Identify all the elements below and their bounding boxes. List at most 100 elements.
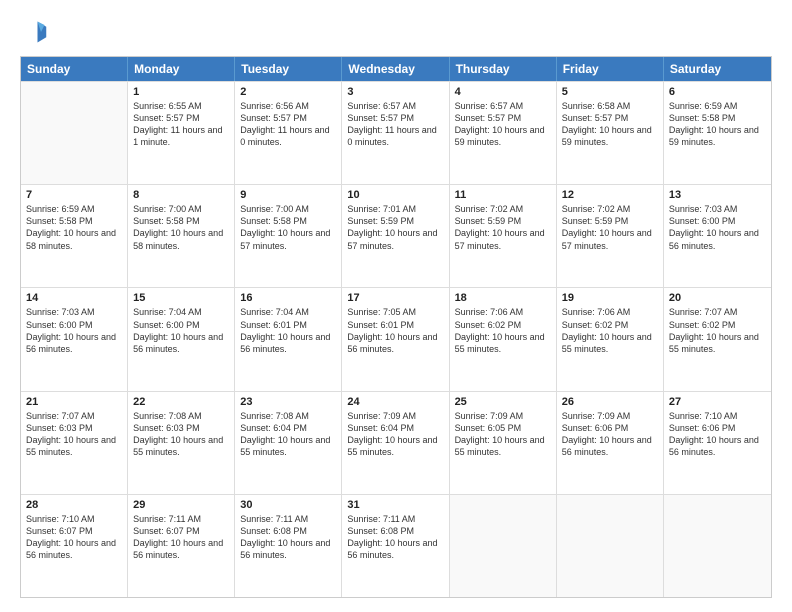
day-of-week-header: Tuesday	[235, 57, 342, 81]
cell-info-line: Daylight: 10 hours and 56 minutes.	[240, 537, 336, 561]
cell-info-line: Daylight: 10 hours and 56 minutes.	[347, 537, 443, 561]
cell-info-line: Sunrise: 7:03 AM	[26, 306, 122, 318]
day-number: 1	[133, 86, 229, 98]
calendar-week-row: 7 Sunrise: 6:59 AM Sunset: 5:58 PM Daylight…	[21, 184, 771, 287]
calendar-body: 1Sunrise: 6:55 AMSunset: 5:57 PMDaylight…	[21, 81, 771, 597]
calendar-cell: 9Sunrise: 7:00 AMSunset: 5:58 PMDaylight…	[235, 185, 342, 287]
cell-info-line: Daylight: 10 hours and 55 minutes.	[455, 434, 551, 458]
calendar-cell: 14Sunrise: 7:03 AMSunset: 6:00 PMDayligh…	[21, 288, 128, 390]
cell-info-line: Sunset: 5:57 PM	[347, 112, 443, 124]
day-number: 25	[455, 396, 551, 408]
day-number: 22	[133, 396, 229, 408]
day-number: 15	[133, 292, 229, 304]
cell-info-line: Daylight: 10 hours and 59 minutes.	[669, 124, 766, 148]
calendar-cell: 19Sunrise: 7:06 AMSunset: 6:02 PMDayligh…	[557, 288, 664, 390]
cell-info-line: Sunrise: 7:05 AM	[347, 306, 443, 318]
calendar-cell: 28Sunrise: 7:10 AMSunset: 6:07 PMDayligh…	[21, 495, 128, 597]
calendar-week-row: 14Sunrise: 7:03 AMSunset: 6:00 PMDayligh…	[21, 287, 771, 390]
calendar-header: SundayMondayTuesdayWednesdayThursdayFrid…	[21, 57, 771, 81]
cell-info-line: Sunset: 6:03 PM	[26, 422, 122, 434]
cell-info-line: Sunrise: 7:09 AM	[455, 410, 551, 422]
cell-info-line: Sunset: 5:57 PM	[455, 112, 551, 124]
cell-info-line: Sunrise: 6:57 AM	[455, 100, 551, 112]
day-number: 26	[562, 396, 658, 408]
calendar-cell	[450, 495, 557, 597]
calendar-cell: 20Sunrise: 7:07 AMSunset: 6:02 PMDayligh…	[664, 288, 771, 390]
calendar: SundayMondayTuesdayWednesdayThursdayFrid…	[20, 56, 772, 598]
cell-info-line: Sunset: 6:04 PM	[347, 422, 443, 434]
cell-info-line: Daylight: 10 hours and 55 minutes.	[26, 434, 122, 458]
day-number: 21	[26, 396, 122, 408]
day-number: 12	[562, 189, 658, 201]
page: SundayMondayTuesdayWednesdayThursdayFrid…	[0, 0, 792, 612]
day-of-week-header: Thursday	[450, 57, 557, 81]
day-number: 8	[133, 189, 229, 201]
day-of-week-header: Monday	[128, 57, 235, 81]
day-number: 7	[26, 189, 122, 201]
cell-info-line: Daylight: 10 hours and 56 minutes.	[562, 434, 658, 458]
cell-info-line: Sunrise: 7:00 AM	[133, 203, 229, 215]
cell-info-line: Daylight: 10 hours and 55 minutes.	[669, 331, 766, 355]
cell-info-line: Sunrise: 7:00 AM	[240, 203, 336, 215]
day-number: 18	[455, 292, 551, 304]
calendar-cell: 7Sunrise: 6:59 AMSunset: 5:58 PMDaylight…	[21, 185, 128, 287]
calendar-cell: 25 Sunrise: 7:09 AMSunset: 6:05 PMDayligh…	[450, 392, 557, 494]
cell-info-line: Sunrise: 7:08 AM	[133, 410, 229, 422]
cell-info-line: Sunset: 6:02 PM	[669, 319, 766, 331]
cell-info-line: Sunset: 6:08 PM	[347, 525, 443, 537]
cell-info-line: Daylight: 10 hours and 57 minutes.	[562, 227, 658, 251]
cell-info-line: Sunrise: 7:04 AM	[133, 306, 229, 318]
calendar-cell: 6Sunrise: 6:59 AMSunset: 5:58 PMDaylight…	[664, 82, 771, 184]
calendar-cell: 10Sunrise: 7:01 AMSunset: 5:59 PMDayligh…	[342, 185, 449, 287]
cell-info-line: Sunrise: 7:10 AM	[669, 410, 766, 422]
cell-info-line: Sunrise: 7:06 AM	[562, 306, 658, 318]
cell-info-line: Daylight: 10 hours and 56 minutes.	[669, 227, 766, 251]
day-number: 27	[669, 396, 766, 408]
day-number: 31	[347, 499, 443, 511]
calendar-cell: 13Sunrise: 7:03 AMSunset: 6:00 PMDayligh…	[664, 185, 771, 287]
cell-info-line: Sunset: 6:07 PM	[26, 525, 122, 537]
cell-info-line: Sunset: 5:59 PM	[562, 215, 658, 227]
calendar-cell: 15Sunrise: 7:04 AMSunset: 6:00 PMDayligh…	[128, 288, 235, 390]
cell-info-line: Daylight: 10 hours and 56 minutes.	[26, 331, 122, 355]
cell-info-line: Daylight: 10 hours and 57 minutes.	[455, 227, 551, 251]
calendar-cell: 8Sunrise: 7:00 AMSunset: 5:58 PMDaylight…	[128, 185, 235, 287]
day-number: 5	[562, 86, 658, 98]
cell-info-line: Daylight: 10 hours and 55 minutes.	[455, 331, 551, 355]
day-number: 11	[455, 189, 551, 201]
day-number: 19	[562, 292, 658, 304]
cell-info-line: Sunset: 5:58 PM	[133, 215, 229, 227]
calendar-cell: 12Sunrise: 7:02 AMSunset: 5:59 PMDayligh…	[557, 185, 664, 287]
cell-info-line: Daylight: 10 hours and 57 minutes.	[347, 227, 443, 251]
logo	[20, 18, 52, 46]
cell-info-line: Sunset: 5:59 PM	[455, 215, 551, 227]
cell-info-line: Sunset: 6:05 PM	[455, 422, 551, 434]
calendar-cell: 29Sunrise: 7:11 AMSunset: 6:07 PMDayligh…	[128, 495, 235, 597]
cell-info-line: Daylight: 10 hours and 58 minutes.	[26, 227, 122, 251]
cell-info-line: Sunset: 5:58 PM	[669, 112, 766, 124]
calendar-week-row: 21Sunrise: 7:07 AMSunset: 6:03 PMDayligh…	[21, 391, 771, 494]
day-number: 17	[347, 292, 443, 304]
day-number: 10	[347, 189, 443, 201]
cell-info-line: Sunset: 6:04 PM	[240, 422, 336, 434]
cell-info-line: Sunrise: 6:59 AM	[669, 100, 766, 112]
calendar-cell: 4Sunrise: 6:57 AMSunset: 5:57 PMDaylight…	[450, 82, 557, 184]
day-number: 30	[240, 499, 336, 511]
cell-info-line: Sunset: 6:00 PM	[133, 319, 229, 331]
calendar-cell: 26Sunrise: 7:09 AMSunset: 6:06 PMDayligh…	[557, 392, 664, 494]
cell-info-line: Sunrise: 7:02 AM	[455, 203, 551, 215]
cell-info-line: Sunrise: 6:57 AM	[347, 100, 443, 112]
day-number: 3	[347, 86, 443, 98]
calendar-cell	[21, 82, 128, 184]
cell-info-line: Sunset: 6:03 PM	[133, 422, 229, 434]
cell-info-line: Sunset: 6:00 PM	[669, 215, 766, 227]
day-number: 29	[133, 499, 229, 511]
calendar-cell: 30Sunrise: 7:11 AMSunset: 6:08 PMDayligh…	[235, 495, 342, 597]
cell-info-line: Sunrise: 6:59 AM	[26, 203, 122, 215]
day-number: 2	[240, 86, 336, 98]
cell-info-line: Daylight: 10 hours and 59 minutes.	[455, 124, 551, 148]
cell-info-line: Sunrise: 7:09 AM	[347, 410, 443, 422]
cell-info-line: Daylight: 10 hours and 56 minutes.	[26, 537, 122, 561]
calendar-cell: 22Sunrise: 7:08 AMSunset: 6:03 PMDayligh…	[128, 392, 235, 494]
cell-info-line: Sunrise: 7:09 AM	[562, 410, 658, 422]
